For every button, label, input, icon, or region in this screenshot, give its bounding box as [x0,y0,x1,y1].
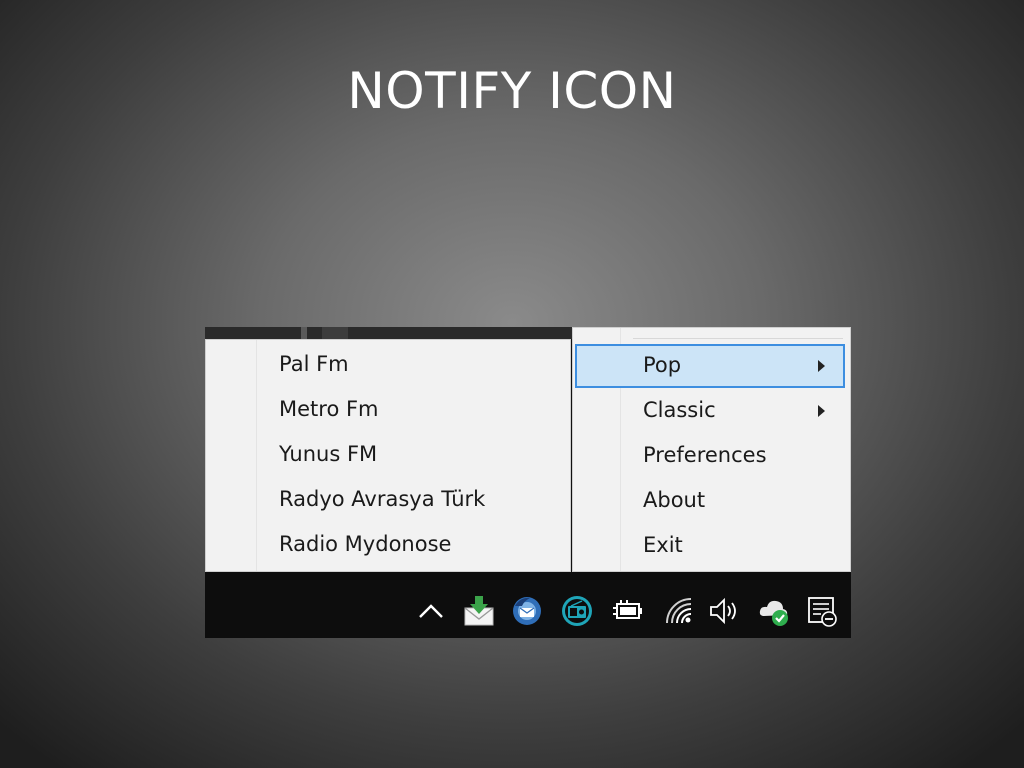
cloud-sync-icon[interactable] [757,594,791,628]
menu-item-label: Radio Mydonose [279,532,452,556]
thunderbird-icon[interactable] [510,594,544,628]
menu-item-yunus-fm[interactable]: Yunus FM [208,433,568,477]
stations-menu: Pal Fm Metro Fm Yunus FM Radyo Avrasya T… [205,339,571,572]
chevron-up-icon[interactable] [414,594,448,628]
menu-item-label: Pop [643,353,682,377]
menu-item-radyo-avrasya-turk[interactable]: Radyo Avrasya Türk [208,478,568,522]
taskbar [205,572,851,638]
submenu-arrow-icon [818,405,825,417]
menu-item-radio-mydonose[interactable]: Radio Mydonose [208,523,568,567]
power-battery-icon[interactable] [610,594,644,628]
menu-item-metro-fm[interactable]: Metro Fm [208,388,568,432]
menu-item-pal-fm[interactable]: Pal Fm [208,343,568,387]
action-center-icon[interactable] [805,594,839,628]
menu-item-exit[interactable]: Exit [575,524,845,568]
menu-item-about[interactable]: About [575,479,845,523]
menu-item-label: Classic [643,398,716,422]
menu-item-label: Metro Fm [279,397,379,421]
menu-item-pop[interactable]: Pop [575,344,845,388]
menu-item-preferences[interactable]: Preferences [575,434,845,478]
menu-item-label: About [643,488,706,512]
context-menu: Pop Classic Preferences About Exit [572,327,851,572]
menu-item-classic[interactable]: Classic [575,389,845,433]
volume-icon[interactable] [707,594,741,628]
menu-item-label: Preferences [643,443,767,467]
taskbar-screenshot: Pal Fm Metro Fm Yunus FM Radyo Avrasya T… [205,327,851,638]
submenu-arrow-icon [818,360,825,372]
menu-item-label: Pal Fm [279,352,349,376]
menu-item-label: Yunus FM [279,442,378,466]
wifi-icon[interactable] [662,594,696,628]
menu-item-label: Radyo Avrasya Türk [279,487,486,511]
menu-item-label: Exit [643,533,683,557]
slide-title: NOTIFY ICON [347,62,677,120]
radio-app-icon[interactable] [560,594,594,628]
mail-download-icon[interactable] [462,594,496,628]
